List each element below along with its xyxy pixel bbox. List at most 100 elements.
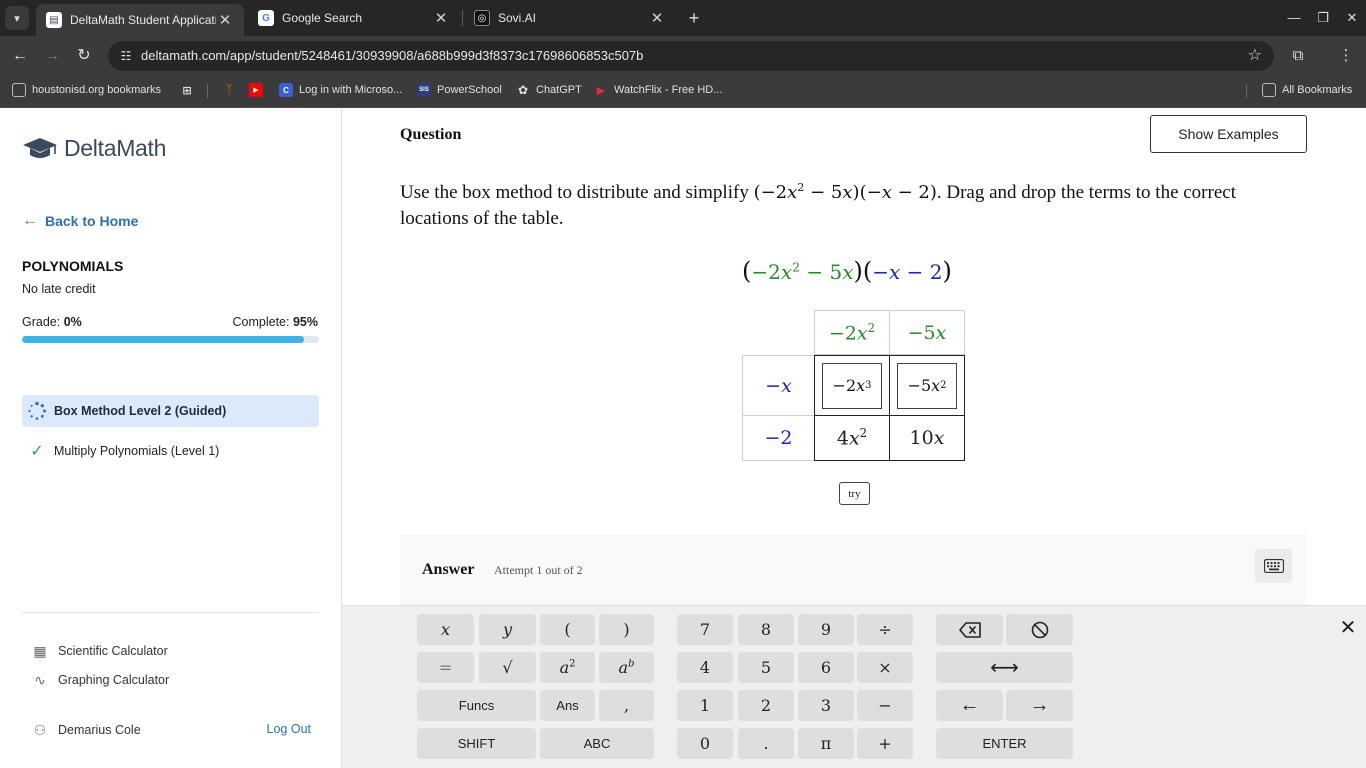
complete-readout: Complete: 95% bbox=[233, 315, 319, 329]
key-minus[interactable]: − bbox=[857, 690, 913, 721]
backspace-icon bbox=[958, 621, 981, 638]
all-bookmarks-button[interactable]: All Bookmarks bbox=[1262, 76, 1352, 104]
complete-value: 95% bbox=[292, 315, 318, 329]
key-left-paren[interactable]: ( bbox=[540, 614, 595, 645]
table-cell-r2c2[interactable]: 10x bbox=[889, 415, 965, 461]
key-decimal[interactable]: . bbox=[738, 728, 794, 759]
key-right-paren[interactable]: ) bbox=[599, 614, 654, 645]
reload-icon[interactable]: ↻ bbox=[72, 44, 96, 68]
tab-title: DeltaMath Student Application bbox=[70, 13, 216, 27]
key-6[interactable]: 6 bbox=[798, 652, 854, 683]
key-2[interactable]: 2 bbox=[738, 690, 794, 721]
key-square[interactable]: a2 bbox=[540, 652, 595, 683]
column-header-term-2: −5x bbox=[889, 310, 965, 355]
show-examples-button[interactable]: Show Examples bbox=[1150, 115, 1307, 153]
tab-sovi[interactable]: ◎ Sovi.AI ✕ bbox=[464, 0, 676, 36]
back-to-home-label: Back to Home bbox=[45, 213, 139, 229]
close-tab-icon[interactable]: ✕ bbox=[648, 9, 666, 27]
in-progress-spinner-icon bbox=[26, 400, 48, 422]
new-tab-plus-icon[interactable]: + bbox=[682, 6, 706, 30]
tool-label: Scientific Calculator bbox=[58, 644, 168, 658]
key-5[interactable]: 5 bbox=[738, 652, 794, 683]
arrow-left-icon: ← bbox=[22, 212, 38, 229]
bookmark-powerschool[interactable]: SIS PowerSchool bbox=[417, 76, 502, 104]
try-button[interactable]: try bbox=[839, 482, 870, 505]
key-shift[interactable]: SHIFT bbox=[417, 728, 536, 759]
back-arrow-icon[interactable]: ← bbox=[8, 44, 32, 68]
bookmark-houstonisd[interactable]: houstonisd.org bookmarks bbox=[12, 76, 161, 104]
skill-multiply-polynomials-level-1[interactable]: ✓ Multiply Polynomials (Level 1) bbox=[22, 435, 319, 467]
bookmark-youtube[interactable]: ▶ bbox=[249, 76, 269, 104]
url-text[interactable]: deltamath.com/app/student/5248461/309399… bbox=[141, 48, 643, 63]
table-cell-r1c1[interactable]: −2 x 3 bbox=[814, 355, 890, 416]
key-plus[interactable]: + bbox=[857, 728, 913, 759]
key-backspace[interactable] bbox=[936, 614, 1003, 645]
key-9[interactable]: 9 bbox=[798, 614, 854, 645]
minimize-window-icon[interactable]: — bbox=[1280, 6, 1308, 30]
key-0[interactable]: 0 bbox=[677, 728, 733, 759]
tool-label: Graphing Calculator bbox=[58, 673, 170, 687]
chatgpt-icon: ✿ bbox=[517, 83, 529, 97]
completion-progress-fill bbox=[22, 336, 305, 343]
key-equals[interactable]: = bbox=[417, 652, 474, 683]
key-ans[interactable]: Ans bbox=[540, 690, 595, 721]
key-3[interactable]: 3 bbox=[798, 690, 854, 721]
key-times[interactable]: × bbox=[857, 652, 913, 683]
bookmark-deer[interactable]: ᛉ bbox=[222, 76, 242, 104]
tab-deltamath[interactable]: ▤ DeltaMath Student Application ✕ bbox=[36, 4, 244, 36]
close-keyboard-icon[interactable]: ✕ bbox=[1336, 616, 1360, 640]
key-clear[interactable] bbox=[1006, 614, 1073, 645]
browser-menu-icon[interactable]: ⋮ bbox=[1334, 44, 1358, 68]
graphing-calculator-link[interactable]: ∿ Graphing Calculator bbox=[30, 670, 169, 690]
extensions-icon[interactable]: ⧉ bbox=[1286, 44, 1310, 68]
key-cursor-right[interactable]: → bbox=[1006, 690, 1073, 721]
key-funcs[interactable]: Funcs bbox=[417, 690, 536, 721]
table-cell-r2c1[interactable]: 4x2 bbox=[814, 415, 890, 461]
log-out-link[interactable]: Log Out bbox=[267, 722, 311, 736]
bookmark-label: houstonisd.org bookmarks bbox=[32, 84, 162, 96]
key-abc[interactable]: ABC bbox=[540, 728, 654, 759]
table-cell-r1c2[interactable]: −5 x 2 bbox=[889, 355, 965, 416]
key-x[interactable]: x bbox=[417, 614, 474, 645]
key-comma[interactable]: , bbox=[599, 690, 654, 721]
key-cursor-left[interactable]: ← bbox=[936, 690, 1003, 721]
key-1[interactable]: 1 bbox=[677, 690, 733, 721]
bookmark-microsoft-login[interactable]: C Log in with Microso... bbox=[279, 76, 402, 104]
tab-search-chevron-icon[interactable]: ▾ bbox=[5, 6, 29, 30]
math-keyboard: x y ( ) 7 8 9 ÷ = √ a2 ab 4 5 6 × ⟷ Func… bbox=[342, 605, 1366, 768]
grade-label: Grade: bbox=[22, 315, 61, 329]
watchflix-icon: ▶ bbox=[596, 84, 606, 97]
close-tab-icon[interactable]: ✕ bbox=[432, 9, 450, 27]
key-pi[interactable]: π bbox=[798, 728, 854, 759]
bookmark-chatgpt[interactable]: ✿ ChatGPT bbox=[516, 76, 582, 104]
restore-window-icon[interactable]: ❐ bbox=[1309, 6, 1337, 30]
key-sqrt[interactable]: √ bbox=[479, 652, 536, 683]
key-4[interactable]: 4 bbox=[677, 652, 733, 683]
keyboard-toggle-button[interactable] bbox=[1255, 549, 1292, 583]
address-bar[interactable]: ☷ deltamath.com/app/student/5248461/3093… bbox=[108, 41, 1274, 71]
keyboard-icon bbox=[1263, 559, 1284, 573]
key-8[interactable]: 8 bbox=[738, 614, 794, 645]
key-power[interactable]: ab bbox=[599, 652, 654, 683]
arrow-left-icon: ← bbox=[959, 694, 980, 716]
dropped-term-tile[interactable]: −2 x 3 bbox=[822, 362, 882, 409]
apps-grid-button[interactable]: ⊞ bbox=[180, 76, 200, 104]
close-tab-icon[interactable]: ✕ bbox=[216, 11, 234, 29]
bookmark-star-icon[interactable]: ☆ bbox=[1248, 46, 1262, 66]
scientific-calculator-link[interactable]: ▦ Scientific Calculator bbox=[30, 641, 168, 661]
key-divide[interactable]: ÷ bbox=[857, 614, 913, 645]
forward-arrow-icon[interactable]: → bbox=[40, 44, 64, 68]
tab-google-search[interactable]: G Google Search ✕ bbox=[248, 0, 460, 36]
key-move-left-right[interactable]: ⟷ bbox=[936, 652, 1073, 683]
deltamath-logo[interactable]: DeltaMath bbox=[22, 135, 166, 162]
key-y[interactable]: y bbox=[479, 614, 536, 645]
skill-box-method-level-2[interactable]: Box Method Level 2 (Guided) bbox=[22, 395, 319, 427]
bookmark-watchflix[interactable]: ▶ WatchFlix - Free HD... bbox=[594, 76, 723, 104]
site-info-icon[interactable]: ☷ bbox=[116, 46, 136, 66]
close-window-icon[interactable]: ✕ bbox=[1338, 6, 1366, 30]
back-to-home-link[interactable]: ← Back to Home bbox=[22, 212, 138, 230]
key-enter[interactable]: ENTER bbox=[936, 728, 1073, 759]
key-7[interactable]: 7 bbox=[677, 614, 733, 645]
apps-grid-icon: ⊞ bbox=[182, 84, 192, 97]
dropped-term-tile[interactable]: −5 x 2 bbox=[897, 362, 957, 409]
